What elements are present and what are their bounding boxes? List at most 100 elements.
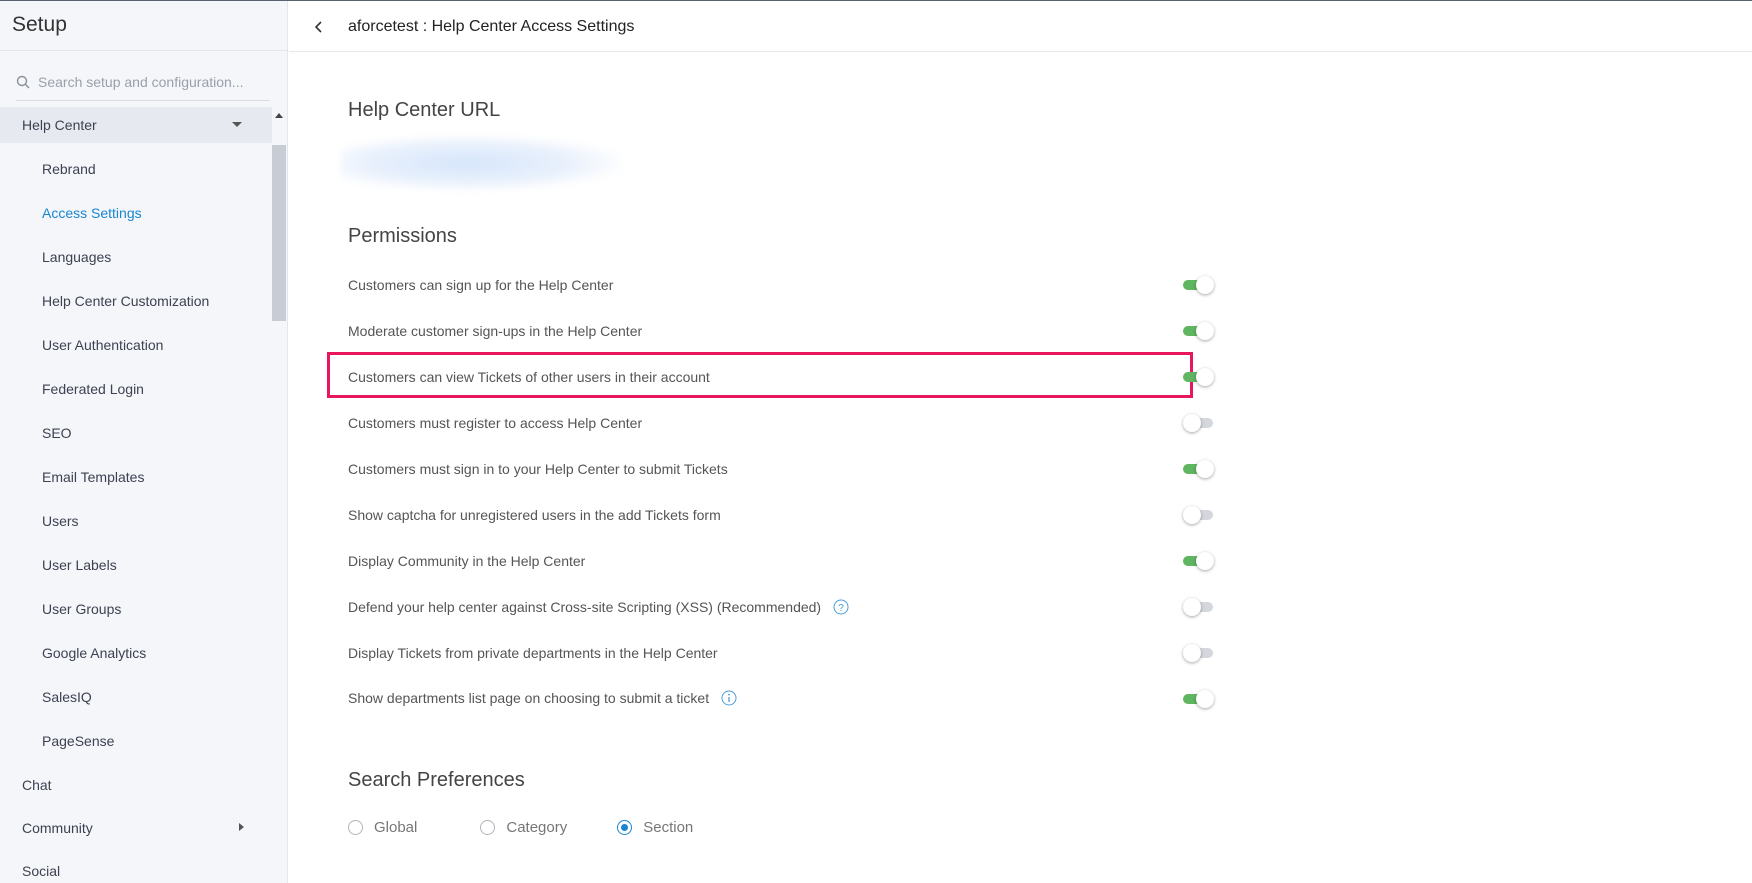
permission-toggle[interactable]: [1183, 413, 1215, 433]
sidebar-item-social[interactable]: Social: [0, 853, 272, 883]
sidebar-item-label: Community: [22, 820, 93, 836]
permission-row: Show captcha for unregistered users in t…: [348, 500, 1213, 530]
radio-label: Global: [374, 818, 418, 836]
page-header: aforcetest : Help Center Access Settings: [289, 1, 1752, 52]
sidebar-item-label: User Authentication: [42, 337, 164, 353]
permission-row: Display Tickets from private departments…: [348, 638, 1213, 668]
permission-toggle[interactable]: [1183, 275, 1215, 295]
main-content: Help Center URL Permissions Customers ca…: [289, 53, 1752, 883]
permission-label: Customers can view Tickets of other user…: [348, 369, 710, 385]
permission-toggle[interactable]: [1183, 597, 1215, 617]
sidebar-item-label: Rebrand: [42, 161, 96, 177]
sidebar-item-label: Chat: [22, 777, 52, 793]
radio-label: Section: [643, 818, 694, 836]
sidebar-item-seo[interactable]: SEO: [0, 415, 272, 451]
page-title: aforcetest : Help Center Access Settings: [348, 18, 635, 35]
permission-row: Customers can sign up for the Help Cente…: [348, 270, 1214, 300]
help-center-url-heading: Help Center URL: [348, 99, 501, 121]
back-arrow-icon[interactable]: [311, 19, 327, 35]
sidebar-title: Setup: [12, 13, 67, 36]
permission-toggle[interactable]: [1183, 459, 1215, 479]
permission-toggle[interactable]: [1183, 321, 1215, 341]
sidebar-item-label: Social: [22, 863, 61, 879]
sidebar-item-label: Help Center: [22, 117, 97, 133]
permission-label: Defend your help center against Cross-si…: [348, 599, 822, 615]
setup-sidebar: Setup Help Center Rebrand Access Setting…: [0, 1, 288, 883]
permission-row: Display Community in the Help Center: [348, 546, 1214, 576]
sidebar-item-users[interactable]: Users: [0, 503, 272, 539]
sidebar-item-salesiq[interactable]: SalesIQ: [0, 679, 272, 715]
permission-label: Customers must sign in to your Help Cent…: [348, 461, 728, 477]
sidebar-item-label: User Groups: [42, 601, 122, 617]
permission-toggle[interactable]: [1183, 643, 1215, 663]
sidebar-item-access-settings[interactable]: Access Settings: [0, 195, 272, 231]
search-preferences-radio-group: Global Category Section: [348, 815, 693, 839]
permission-toggle[interactable]: [1183, 367, 1215, 387]
radio-label: Category: [506, 818, 568, 836]
sidebar-item-community[interactable]: Community: [0, 810, 272, 846]
sidebar-item-user-labels[interactable]: User Labels: [0, 547, 272, 583]
permission-toggle[interactable]: [1183, 505, 1215, 525]
sidebar-item-label: SalesIQ: [42, 689, 92, 705]
permission-row-highlighted: Customers can view Tickets of other user…: [348, 362, 1214, 392]
search-preferences-heading: Search Preferences: [348, 769, 525, 791]
sidebar-item-label: Languages: [42, 249, 112, 265]
permission-label: Moderate customer sign-ups in the Help C…: [348, 323, 643, 339]
info-icon[interactable]: [721, 690, 737, 706]
scrollbar-thumb[interactable]: [272, 145, 286, 321]
radio-circle[interactable]: [348, 819, 363, 835]
sidebar-item-label: PageSense: [42, 733, 115, 749]
permission-row: Moderate customer sign-ups in the Help C…: [348, 316, 1214, 346]
sidebar-divider: [0, 50, 288, 51]
radio-circle[interactable]: [480, 819, 496, 835]
caret-down-icon: [232, 122, 242, 127]
sidebar-item-label: Access Settings: [42, 205, 142, 221]
sidebar-item-user-groups[interactable]: User Groups: [0, 591, 272, 627]
sidebar-item-user-authentication[interactable]: User Authentication: [0, 327, 272, 363]
question-icon[interactable]: ?: [833, 599, 849, 615]
radio-section[interactable]: Section: [617, 819, 693, 836]
permission-label: Show captcha for unregistered users in t…: [348, 507, 721, 523]
sidebar-item-pagesense[interactable]: PageSense: [0, 723, 272, 759]
permission-toggle[interactable]: [1183, 551, 1215, 571]
permission-toggle[interactable]: [1183, 689, 1215, 709]
svg-text:?: ?: [838, 603, 844, 614]
caret-right-icon: [239, 823, 244, 831]
search-icon: [16, 75, 30, 88]
sidebar-item-label: User Labels: [42, 557, 117, 573]
radio-circle[interactable]: [617, 819, 633, 835]
sidebar-item-help-center-customization[interactable]: Help Center Customization: [0, 283, 272, 319]
radio-category[interactable]: Category: [480, 819, 567, 836]
sidebar-nav: Help Center Rebrand Access Settings Lang…: [0, 107, 272, 883]
permission-label: Customers can sign up for the Help Cente…: [348, 277, 614, 293]
sidebar-item-label: Federated Login: [42, 381, 144, 397]
sidebar-item-help-center[interactable]: Help Center: [0, 107, 272, 143]
permissions-heading: Permissions: [348, 225, 457, 247]
sidebar-item-label: Email Templates: [42, 469, 145, 485]
permission-row: Customers must register to access Help C…: [348, 408, 1213, 438]
sidebar-item-label: Google Analytics: [42, 645, 147, 661]
sidebar-item-rebrand[interactable]: Rebrand: [0, 151, 272, 187]
help-center-url-redacted: [341, 135, 621, 191]
permission-row: Defend your help center against Cross-si…: [348, 592, 1213, 622]
permission-label: Display Community in the Help Center: [348, 553, 586, 569]
sidebar-item-email-templates[interactable]: Email Templates: [0, 459, 272, 495]
scroll-up-arrow-icon[interactable]: [275, 113, 283, 118]
sidebar-search: [16, 63, 270, 101]
sidebar-item-label: Users: [42, 513, 79, 529]
permission-label: Show departments list page on choosing t…: [348, 690, 710, 706]
sidebar-scrollbar[interactable]: [272, 107, 286, 883]
sidebar-item-federated-login[interactable]: Federated Login: [0, 371, 272, 407]
permission-row: Customers must sign in to your Help Cent…: [348, 454, 1214, 484]
permission-label: Customers must register to access Help C…: [348, 415, 643, 431]
permission-row: Show departments list page on choosing t…: [348, 683, 1214, 713]
sidebar-item-label: SEO: [42, 425, 72, 441]
permission-label: Display Tickets from private departments…: [348, 645, 718, 661]
sidebar-item-google-analytics[interactable]: Google Analytics: [0, 635, 272, 671]
radio-global[interactable]: Global: [348, 819, 417, 836]
sidebar-item-label: Help Center Customization: [42, 293, 210, 309]
setup-search-input[interactable]: [38, 73, 248, 90]
app-window: Setup Help Center Rebrand Access Setting…: [0, 0, 1752, 883]
sidebar-item-languages[interactable]: Languages: [0, 239, 272, 275]
sidebar-item-chat[interactable]: Chat: [0, 767, 272, 803]
